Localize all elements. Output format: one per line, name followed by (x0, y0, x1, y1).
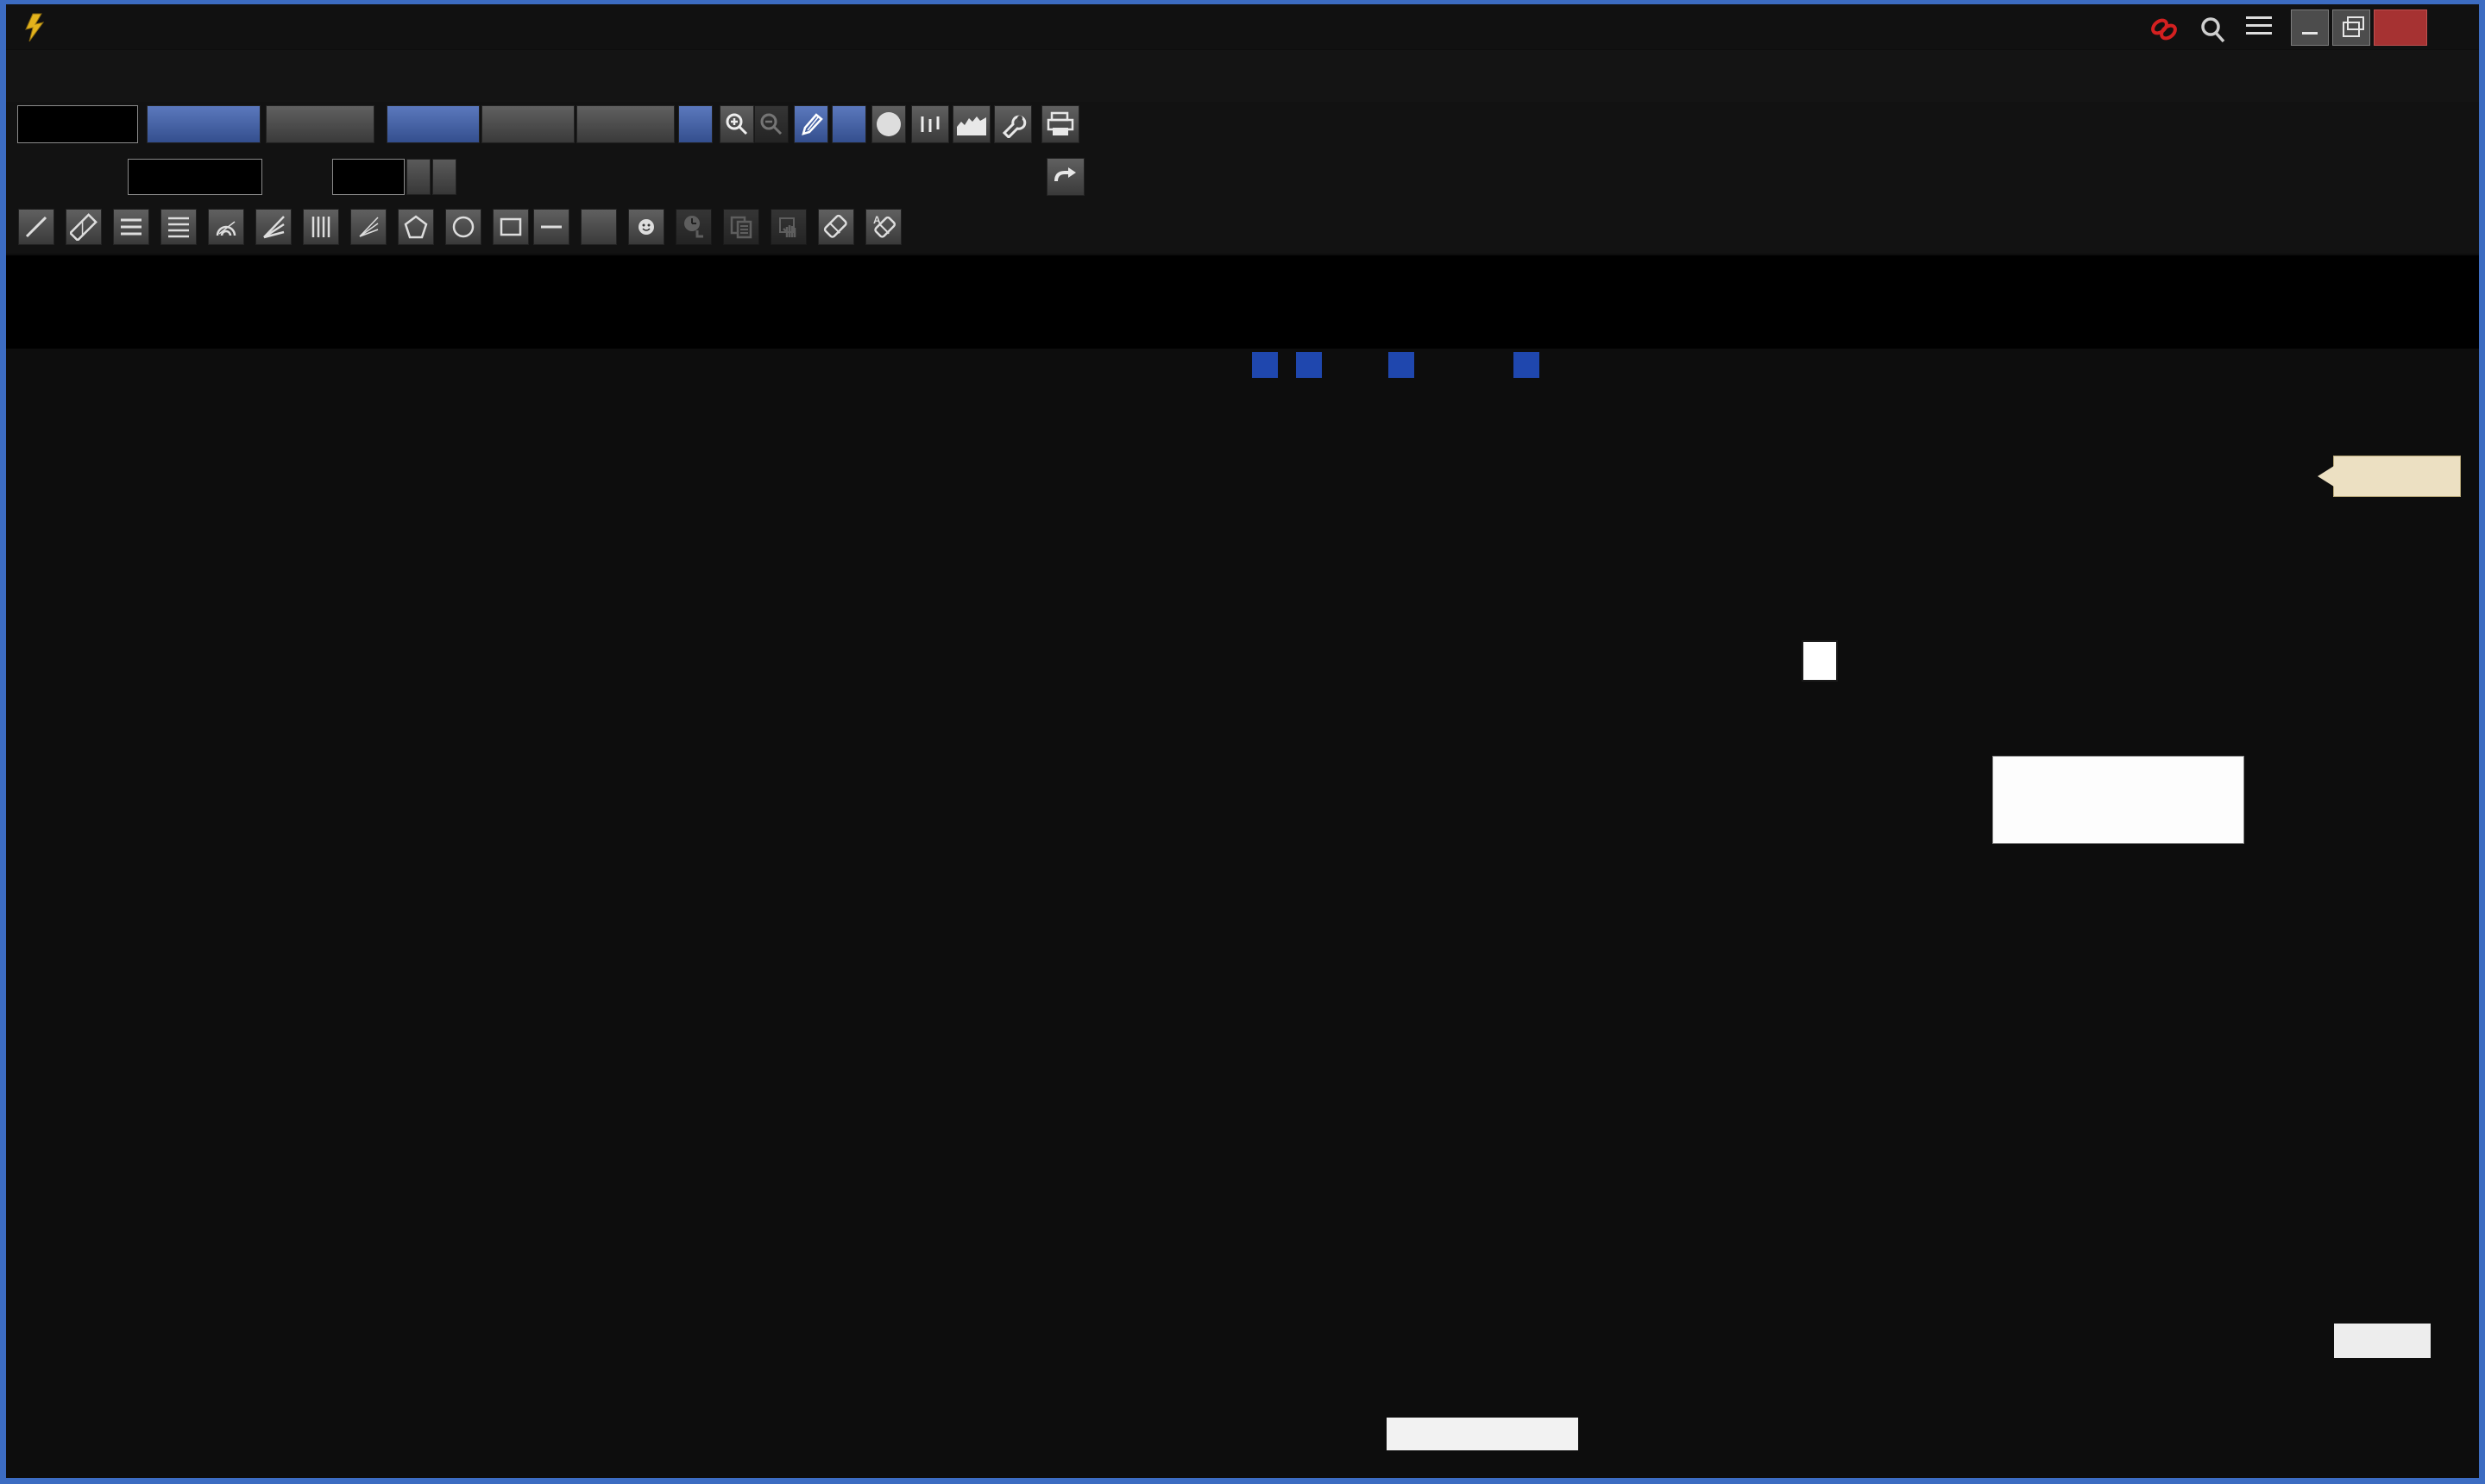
ellipse-tool-button[interactable] (445, 209, 481, 245)
ruler-tool-button[interactable] (66, 209, 102, 245)
tab-strip (6, 50, 2479, 102)
restore-button[interactable] (2332, 9, 2370, 46)
quote-row-2 (6, 302, 2479, 349)
display-period-button[interactable] (147, 105, 261, 143)
undo-arrow-icon (1053, 166, 1079, 188)
time-event-tool-button[interactable] (676, 209, 712, 245)
clock-icon (680, 213, 708, 241)
move-drawing-tool-button[interactable] (771, 209, 807, 245)
crosshair-button[interactable] (678, 105, 713, 143)
window-border-right (2479, 0, 2485, 1484)
print-button[interactable] (1041, 105, 1079, 143)
interval-select[interactable] (17, 105, 138, 143)
bar-count-input[interactable] (332, 159, 405, 195)
rectangle-icon (497, 213, 525, 241)
my-settings-button[interactable] (911, 105, 949, 143)
smiley-icon (637, 217, 656, 236)
price-yen-button[interactable] (832, 105, 866, 143)
search-icon[interactable] (2198, 15, 2229, 46)
technical-button[interactable] (266, 105, 374, 143)
quote-row-1 (6, 255, 2479, 302)
hand-icon (775, 213, 802, 241)
printer-icon (1047, 111, 1074, 137)
ruler-icon (70, 213, 98, 241)
minimize-icon (2302, 22, 2318, 35)
settings-wrench-button[interactable] (994, 105, 1032, 143)
window-border-left (0, 0, 6, 1484)
count-mode-select[interactable] (128, 159, 262, 195)
news-marker[interactable] (1513, 352, 1539, 378)
eraser-all-icon: A (870, 213, 897, 241)
trade-note-tooltip[interactable] (1992, 756, 2244, 844)
thin-fan-icon (355, 213, 382, 241)
circle-icon (450, 213, 477, 241)
zoom-in-icon (723, 110, 751, 138)
draw-toolbar: A (6, 204, 2479, 254)
mountain-chart-icon (957, 113, 986, 135)
count-up-button[interactable] (432, 159, 456, 195)
trendline-icon (22, 213, 50, 241)
gann-fan-tool-button[interactable] (350, 209, 387, 245)
draw-pencil-button[interactable] (794, 105, 828, 143)
minimize-button[interactable] (2291, 9, 2329, 46)
my-sliders-icon (918, 116, 942, 132)
fib-extension-tool-button[interactable] (160, 209, 197, 245)
cursor-volume-tag (2334, 1324, 2431, 1358)
chart-toolbar (6, 102, 2479, 152)
vertical-lines-icon (307, 213, 335, 241)
news-marker[interactable] (1388, 352, 1414, 378)
menu-icon[interactable] (2246, 11, 2272, 40)
copy-drawing-tool-button[interactable] (723, 209, 759, 245)
news-marker[interactable] (1252, 352, 1278, 378)
callout-arrow (2318, 466, 2334, 487)
info-icon (877, 112, 901, 136)
horizontal-line-icon (538, 213, 565, 241)
count-down-button[interactable] (406, 159, 431, 195)
cursor-time-tag (1387, 1418, 1578, 1450)
pencil-icon (797, 110, 825, 138)
info-button[interactable] (871, 105, 906, 143)
spread-mode-button[interactable] (576, 105, 675, 143)
period-bar (6, 152, 2479, 204)
text-tool-button[interactable] (581, 209, 617, 245)
zoom-out-icon (758, 110, 785, 138)
fib-timezone-tool-button[interactable] (303, 209, 339, 245)
link-group-icon[interactable] (2148, 15, 2186, 46)
area-chart-button[interactable] (953, 105, 991, 143)
rectangle-tool-button[interactable] (493, 209, 529, 245)
icon-stamp-tool-button[interactable] (628, 209, 664, 245)
restore-icon (2343, 22, 2360, 37)
title-bar (6, 4, 2479, 49)
news-marker[interactable] (1296, 352, 1322, 378)
erase-all-tool-button[interactable]: A (865, 209, 902, 245)
four-lines-icon (165, 213, 192, 241)
copy-icon (727, 213, 755, 241)
reset-range-button[interactable] (1047, 158, 1085, 196)
zoom-in-button[interactable] (720, 105, 754, 143)
current-price-callout (2333, 456, 2461, 497)
fib-arcs-tool-button[interactable] (208, 209, 244, 245)
three-lines-icon (117, 213, 145, 241)
buy-entry-marker[interactable] (1802, 640, 1838, 682)
close-button[interactable] (2374, 9, 2427, 46)
window-border-bottom (0, 1478, 2485, 1484)
fib-retracement-tool-button[interactable] (113, 209, 149, 245)
eraser-tool-button[interactable] (818, 209, 854, 245)
pentagon-tool-button[interactable] (398, 209, 434, 245)
app-window: A (0, 0, 2485, 1484)
fib-fan-tool-button[interactable] (255, 209, 292, 245)
zoom-out-button[interactable] (754, 105, 789, 143)
price-chart-canvas[interactable] (6, 349, 2479, 1478)
indexed-mode-button[interactable] (481, 105, 575, 143)
fan-icon (260, 213, 287, 241)
trendline-tool-button[interactable] (18, 209, 54, 245)
app-lightning-icon (21, 12, 50, 43)
arcs-icon (212, 213, 240, 241)
eraser-icon (822, 213, 850, 241)
normal-mode-button[interactable] (387, 105, 480, 143)
wrench-icon (999, 110, 1027, 138)
horizontal-line-tool-button[interactable] (533, 209, 569, 245)
pentagon-icon (402, 213, 430, 241)
